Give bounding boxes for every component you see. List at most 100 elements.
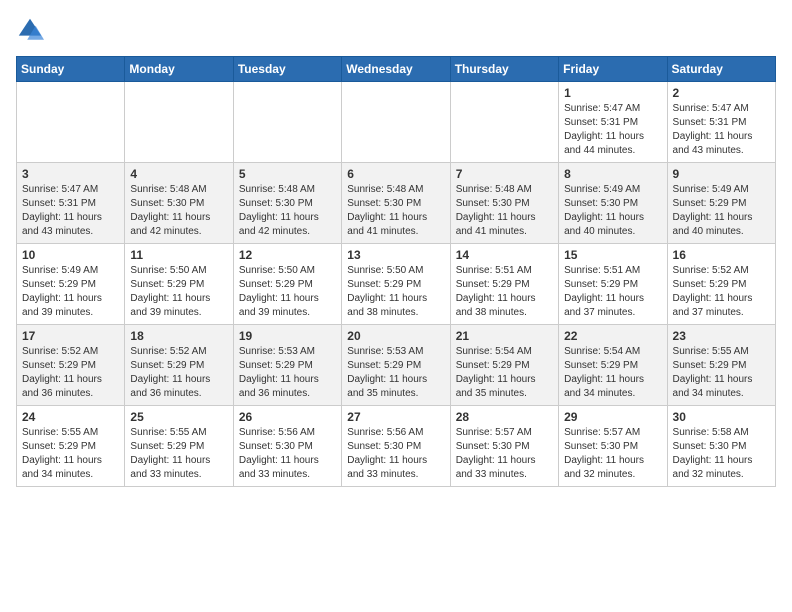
day-number: 2 (673, 86, 770, 100)
calendar-week-3: 10 Sunrise: 5:49 AM Sunset: 5:29 PM Dayli… (17, 244, 776, 325)
day-info: Sunrise: 5:48 AM Sunset: 5:30 PM Dayligh… (239, 183, 336, 239)
day-header-thursday: Thursday (450, 57, 558, 82)
day-number: 4 (130, 167, 227, 181)
calendar-cell: 6 Sunrise: 5:48 AM Sunset: 5:30 PM Daylig… (342, 163, 450, 244)
calendar-cell: 29 Sunrise: 5:57 AM Sunset: 5:30 PM Dayli… (559, 406, 667, 487)
day-number: 14 (456, 248, 553, 262)
calendar-cell: 18 Sunrise: 5:52 AM Sunset: 5:29 PM Dayli… (125, 325, 233, 406)
page-header (16, 16, 776, 44)
calendar-cell: 27 Sunrise: 5:56 AM Sunset: 5:30 PM Dayli… (342, 406, 450, 487)
day-info: Sunrise: 5:53 AM Sunset: 5:29 PM Dayligh… (347, 345, 444, 401)
day-number: 28 (456, 410, 553, 424)
day-number: 30 (673, 410, 770, 424)
day-number: 16 (673, 248, 770, 262)
calendar-cell: 25Sunrise: 5:55 AM Sunset: 5:29 PM Dayli… (125, 406, 233, 487)
calendar-cell: 15 Sunrise: 5:51 AM Sunset: 5:29 PM Dayli… (559, 244, 667, 325)
day-info: Sunrise: 5:49 AM Sunset: 5:30 PM Dayligh… (564, 183, 661, 239)
day-info: Sunrise: 5:50 AM Sunset: 5:29 PM Dayligh… (130, 264, 227, 320)
day-info: Sunrise: 5:49 AM Sunset: 5:29 PM Dayligh… (673, 183, 770, 239)
calendar-cell: 1 Sunrise: 5:47 AM Sunset: 5:31 PM Daylig… (559, 82, 667, 163)
day-number: 11 (130, 248, 227, 262)
day-header-friday: Friday (559, 57, 667, 82)
calendar-cell: 2 Sunrise: 5:47 AM Sunset: 5:31 PM Daylig… (667, 82, 775, 163)
day-number: 8 (564, 167, 661, 181)
day-info: Sunrise: 5:57 AM Sunset: 5:30 PM Dayligh… (564, 426, 661, 482)
day-info: Sunrise: 5:53 AM Sunset: 5:29 PM Dayligh… (239, 345, 336, 401)
day-header-sunday: Sunday (17, 57, 125, 82)
day-info: Sunrise: 5:52 AM Sunset: 5:29 PM Dayligh… (130, 345, 227, 401)
calendar-week-5: 24 Sunrise: 5:55 AM Sunset: 5:29 PM Dayli… (17, 406, 776, 487)
day-header-saturday: Saturday (667, 57, 775, 82)
day-info: Sunrise: 5:47 AM Sunset: 5:31 PM Dayligh… (564, 102, 661, 158)
day-number: 5 (239, 167, 336, 181)
calendar-cell: 11 Sunrise: 5:50 AM Sunset: 5:29 PM Dayli… (125, 244, 233, 325)
day-info: Sunrise: 5:54 AM Sunset: 5:29 PM Dayligh… (456, 345, 553, 401)
day-info: Sunrise: 5:57 AM Sunset: 5:30 PM Dayligh… (456, 426, 553, 482)
calendar-cell: 7 Sunrise: 5:48 AM Sunset: 5:30 PM Daylig… (450, 163, 558, 244)
calendar-cell: 9 Sunrise: 5:49 AM Sunset: 5:29 PM Daylig… (667, 163, 775, 244)
calendar-cell: 10 Sunrise: 5:49 AM Sunset: 5:29 PM Dayli… (17, 244, 125, 325)
calendar-cell: 5 Sunrise: 5:48 AM Sunset: 5:30 PM Daylig… (233, 163, 341, 244)
day-header-tuesday: Tuesday (233, 57, 341, 82)
day-info: Sunrise: 5:56 AM Sunset: 5:30 PM Dayligh… (239, 426, 336, 482)
calendar-cell: 8 Sunrise: 5:49 AM Sunset: 5:30 PM Daylig… (559, 163, 667, 244)
calendar-cell: 28 Sunrise: 5:57 AM Sunset: 5:30 PM Dayli… (450, 406, 558, 487)
day-info: Sunrise: 5:48 AM Sunset: 5:30 PM Dayligh… (456, 183, 553, 239)
day-number: 23 (673, 329, 770, 343)
day-info: Sunrise: 5:56 AM Sunset: 5:30 PM Dayligh… (347, 426, 444, 482)
calendar-cell: 20Sunrise: 5:53 AM Sunset: 5:29 PM Dayli… (342, 325, 450, 406)
day-number: 26 (239, 410, 336, 424)
calendar-cell (125, 82, 233, 163)
day-info: Sunrise: 5:55 AM Sunset: 5:29 PM Dayligh… (673, 345, 770, 401)
day-number: 9 (673, 167, 770, 181)
calendar-header-row: SundayMondayTuesdayWednesdayThursdayFrid… (17, 57, 776, 82)
day-number: 1 (564, 86, 661, 100)
day-number: 7 (456, 167, 553, 181)
calendar-cell: 23 Sunrise: 5:55 AM Sunset: 5:29 PM Dayli… (667, 325, 775, 406)
day-number: 10 (22, 248, 119, 262)
day-info: Sunrise: 5:51 AM Sunset: 5:29 PM Dayligh… (456, 264, 553, 320)
day-number: 22 (564, 329, 661, 343)
calendar-cell: 24 Sunrise: 5:55 AM Sunset: 5:29 PM Dayli… (17, 406, 125, 487)
calendar-week-1: 1 Sunrise: 5:47 AM Sunset: 5:31 PM Daylig… (17, 82, 776, 163)
day-number: 29 (564, 410, 661, 424)
day-info: Sunrise: 5:49 AM Sunset: 5:29 PM Dayligh… (22, 264, 119, 320)
day-number: 18 (130, 329, 227, 343)
day-info: Sunrise: 5:52 AM Sunset: 5:29 PM Dayligh… (673, 264, 770, 320)
day-number: 6 (347, 167, 444, 181)
day-info: Sunrise: 5:48 AM Sunset: 5:30 PM Dayligh… (347, 183, 444, 239)
calendar-cell: 13Sunrise: 5:50 AM Sunset: 5:29 PM Dayli… (342, 244, 450, 325)
calendar-cell: 17Sunrise: 5:52 AM Sunset: 5:29 PM Dayli… (17, 325, 125, 406)
day-number: 21 (456, 329, 553, 343)
day-number: 19 (239, 329, 336, 343)
calendar-cell (450, 82, 558, 163)
calendar-cell: 21 Sunrise: 5:54 AM Sunset: 5:29 PM Dayli… (450, 325, 558, 406)
day-header-monday: Monday (125, 57, 233, 82)
calendar-cell (233, 82, 341, 163)
day-header-wednesday: Wednesday (342, 57, 450, 82)
logo-icon (16, 16, 44, 44)
day-number: 15 (564, 248, 661, 262)
calendar-week-4: 17Sunrise: 5:52 AM Sunset: 5:29 PM Dayli… (17, 325, 776, 406)
day-number: 25 (130, 410, 227, 424)
calendar-cell: 26 Sunrise: 5:56 AM Sunset: 5:30 PM Dayli… (233, 406, 341, 487)
calendar-table: SundayMondayTuesdayWednesdayThursdayFrid… (16, 56, 776, 487)
calendar-cell: 16 Sunrise: 5:52 AM Sunset: 5:29 PM Dayli… (667, 244, 775, 325)
day-info: Sunrise: 5:55 AM Sunset: 5:29 PM Dayligh… (22, 426, 119, 482)
calendar-cell: 22Sunrise: 5:54 AM Sunset: 5:29 PM Dayli… (559, 325, 667, 406)
day-number: 27 (347, 410, 444, 424)
calendar-cell: 12Sunrise: 5:50 AM Sunset: 5:29 PM Dayli… (233, 244, 341, 325)
calendar-cell: 4 Sunrise: 5:48 AM Sunset: 5:30 PM Daylig… (125, 163, 233, 244)
day-info: Sunrise: 5:47 AM Sunset: 5:31 PM Dayligh… (673, 102, 770, 158)
calendar-cell (342, 82, 450, 163)
calendar-cell: 19 Sunrise: 5:53 AM Sunset: 5:29 PM Dayli… (233, 325, 341, 406)
calendar-cell: 30Sunrise: 5:58 AM Sunset: 5:30 PM Dayli… (667, 406, 775, 487)
day-info: Sunrise: 5:48 AM Sunset: 5:30 PM Dayligh… (130, 183, 227, 239)
calendar-week-2: 3Sunrise: 5:47 AM Sunset: 5:31 PM Daylig… (17, 163, 776, 244)
day-info: Sunrise: 5:51 AM Sunset: 5:29 PM Dayligh… (564, 264, 661, 320)
day-info: Sunrise: 5:52 AM Sunset: 5:29 PM Dayligh… (22, 345, 119, 401)
day-number: 24 (22, 410, 119, 424)
calendar-cell: 3Sunrise: 5:47 AM Sunset: 5:31 PM Daylig… (17, 163, 125, 244)
day-info: Sunrise: 5:50 AM Sunset: 5:29 PM Dayligh… (347, 264, 444, 320)
logo (16, 16, 48, 44)
